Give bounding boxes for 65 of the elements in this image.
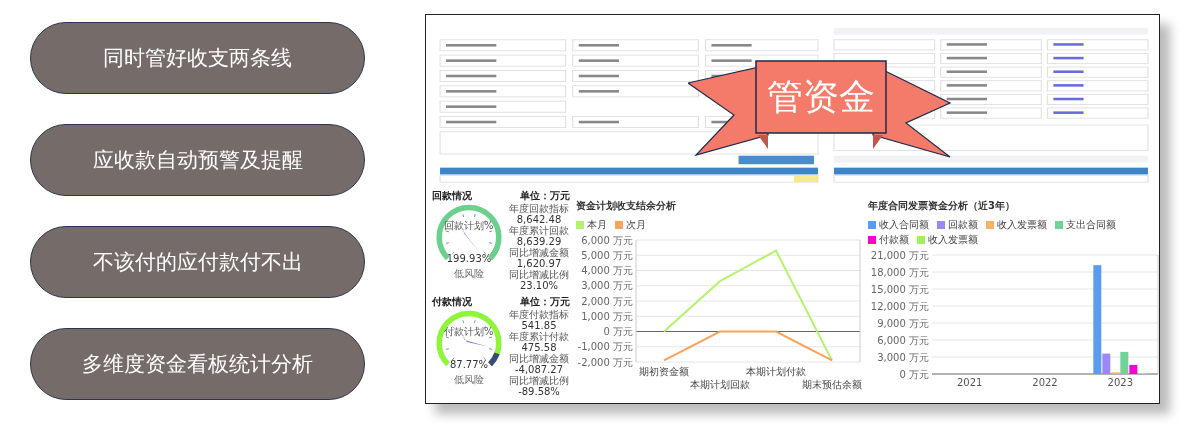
legend-label: 收入发票额	[997, 218, 1047, 232]
legend-label: 本月	[587, 218, 607, 232]
banner-text: 管资金	[767, 74, 875, 119]
feature-pill: 不该付的应付款付不出	[30, 226, 365, 298]
stat-value: 475.58	[521, 342, 557, 353]
axis-label: 0 万元	[899, 368, 929, 380]
gauge-title: 回款情况	[432, 189, 472, 203]
axis-label: -2,000 万元	[577, 356, 633, 368]
axis-label: -1,000 万元	[577, 341, 633, 353]
axis-label: 12,000 万元	[870, 300, 929, 312]
chart-title: 年度合同发票资金分析（近3年）	[868, 199, 1016, 213]
feature-pill: 应收款自动预警及提醒	[30, 124, 365, 196]
axis-label: 本期计划付款	[746, 366, 806, 377]
stat-label: 同比增减金额	[509, 353, 569, 364]
axis-label: 2023	[1107, 377, 1134, 388]
unit-label: 单位：万元	[520, 189, 570, 203]
axis-label: 本期计划回款	[690, 379, 750, 390]
legend-label: 收入发票额	[928, 233, 978, 247]
stat-label: 同比增减金额	[509, 247, 569, 258]
stat-value: 23.10%	[519, 280, 559, 291]
axis-label: 1,000 万元	[581, 310, 633, 322]
legend-label: 回款额	[948, 218, 978, 232]
axis-label: 21,000 万元	[870, 249, 929, 261]
chart-title: 资金计划收支结余分析	[576, 199, 677, 213]
axis-label: 期末预估余额	[802, 379, 862, 390]
stat-label: 年度累计付款	[509, 331, 569, 342]
feature-pill: 同时管好收支两条线	[30, 22, 365, 94]
risk-label: 低风险	[454, 267, 484, 281]
stat-label: 同比增减比例	[509, 269, 569, 280]
axis-label: 2022	[1032, 377, 1058, 388]
stat-value: 8,639.29	[516, 236, 562, 247]
stat-label: 年度累计回款	[509, 225, 569, 236]
axis-label: 9,000 万元	[877, 317, 929, 329]
dial-label: 付款计划%	[444, 325, 494, 339]
stat-value: 541.85	[521, 320, 557, 331]
dial-label: 回款计划%	[444, 219, 494, 233]
axis-label: 期初资金额	[639, 366, 689, 377]
gauge-title: 付款情况	[432, 295, 472, 309]
stat-label: 年度回款指标	[509, 203, 569, 214]
stat-label: 同比增减比例	[509, 375, 569, 386]
stat-value: 1,620.97	[516, 258, 562, 269]
legend-label: 付款额	[879, 233, 909, 247]
legend-label: 支出合同额	[1066, 218, 1116, 232]
legend-label: 收入合同额	[879, 218, 929, 232]
axis-label: 6,000 万元	[581, 234, 633, 246]
stat-label: 年度付款指标	[509, 309, 569, 320]
gauge-value: 87.77%	[449, 359, 489, 370]
feature-pill: 多维度资金看板统计分析	[30, 328, 365, 400]
axis-label: 15,000 万元	[870, 283, 929, 295]
axis-label: 2021	[956, 377, 983, 388]
axis-label: 2,000 万元	[581, 295, 633, 307]
axis-label: 3,000 万元	[877, 351, 929, 363]
unit-label: 单位：万元	[520, 295, 570, 309]
axis-label: 3,000 万元	[581, 280, 633, 292]
axis-label: 6,000 万元	[877, 334, 929, 346]
risk-label: 低风险	[454, 373, 484, 387]
axis-label: 4,000 万元	[581, 265, 633, 276]
legend-label: 次月	[626, 218, 646, 232]
stat-value: -89.58%	[518, 386, 560, 397]
axis-label: 0 万元	[603, 326, 633, 337]
stat-value: -4,087.27	[514, 364, 564, 375]
stat-value: 8,642.48	[516, 214, 562, 225]
axis-label: 18,000 万元	[870, 266, 929, 278]
gauge-value: 199.93%	[446, 253, 492, 264]
axis-label: 5,000 万元	[581, 249, 633, 261]
